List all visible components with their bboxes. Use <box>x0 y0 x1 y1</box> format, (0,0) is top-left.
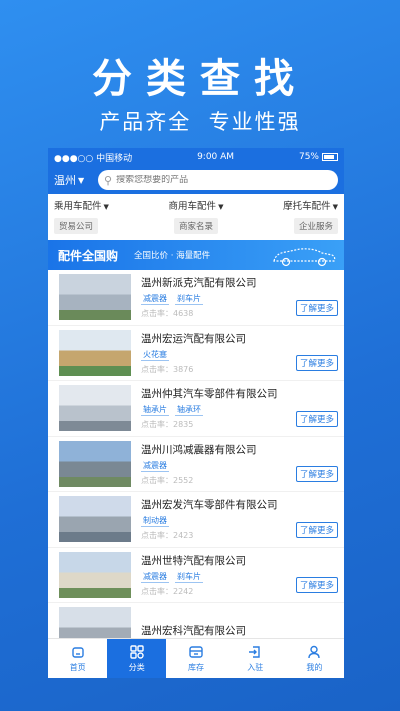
bottom-tab-bar: 首页 分类 库存 入驻 我的 <box>48 638 344 678</box>
tab-label: 库存 <box>188 663 204 672</box>
company-photo <box>59 551 131 598</box>
inventory-icon <box>189 646 203 658</box>
company-list-item[interactable]: 温州世特汽配有限公司 减震器 刹车片 点击率：2242 了解更多 <box>48 548 344 603</box>
battery-indicator: 75% <box>299 152 338 162</box>
company-name[interactable]: 温州新派克汽配有限公司 <box>141 275 338 290</box>
home-icon <box>71 647 84 658</box>
learn-more-button[interactable]: 了解更多 <box>295 577 338 593</box>
category-motorcycle[interactable]: 摩托车配件 ▼ <box>283 198 338 212</box>
company-photo <box>59 496 131 543</box>
company-list-item[interactable]: 温州仲其汽车零部件有限公司 轴承片 轴承环 点击率：2835 了解更多 <box>48 381 344 437</box>
hero-subtitle: 产品齐全 专业性强 <box>99 110 301 134</box>
company-name[interactable]: 温州宏运汽配有限公司 <box>141 331 338 346</box>
tab-enter[interactable]: 入驻 <box>226 639 285 678</box>
tab-category[interactable]: 分类 <box>107 639 167 678</box>
company-photo <box>59 440 131 487</box>
part-tag[interactable]: 火花塞 <box>141 349 169 361</box>
learn-more-button[interactable]: 了解更多 <box>295 410 338 427</box>
part-tag[interactable]: 减震器 <box>141 293 169 306</box>
banner-subtitle: 全国比价 · 海量配件 <box>134 251 211 261</box>
tab-label: 分类 <box>128 663 145 672</box>
banner-title: 配件全国购 <box>58 248 119 263</box>
company-name[interactable]: 温州宏发汽车零部件有限公司 <box>141 497 338 512</box>
phone-screen: ●●●○○ 中国移动 9:00 AM 75% 温州 ▼ ⚲ 乘用车配件▼ 商用车… <box>48 148 344 678</box>
hero-title: 分类查找 <box>92 56 308 102</box>
battery-label: 75% <box>298 152 319 162</box>
tab-label: 入驻 <box>247 663 264 672</box>
tab-label: 首页 <box>69 663 86 672</box>
clock: 9:00 AM <box>197 152 235 162</box>
company-list-item[interactable]: 温州宏运汽配有限公司 火花塞 点击率：3876 了解更多 <box>48 326 344 381</box>
category-label: 乘用车配件 <box>54 201 102 212</box>
company-name[interactable]: 温州川鸿减震器有限公司 <box>141 442 338 457</box>
battery-icon <box>322 152 338 161</box>
learn-more-button[interactable]: 了解更多 <box>295 521 338 538</box>
company-list-item[interactable]: 温州宏发汽车零部件有限公司 制动器 点击率：2423 了解更多 <box>48 492 344 548</box>
learn-more-button[interactable]: 了解更多 <box>295 299 338 316</box>
category-label: 商用车配件 <box>168 201 217 212</box>
tag-filters: 贸易公司 商家名录 企业服务 <box>48 216 344 236</box>
city-label: 温州 <box>54 174 76 187</box>
part-tag[interactable]: 减震器 <box>141 571 169 583</box>
company-list-item[interactable]: 温州川鸿减震器有限公司 减震器 点击率：2552 了解更多 <box>48 437 344 492</box>
search-field[interactable]: ⚲ <box>98 170 338 190</box>
category-passenger[interactable]: 乘用车配件 ▼ <box>54 198 109 212</box>
part-tag[interactable]: 轴承环 <box>175 404 203 417</box>
search-input[interactable] <box>116 175 332 185</box>
company-photo <box>59 329 131 376</box>
tag-enterprise-service[interactable]: 企业服务 <box>293 218 338 234</box>
category-filters: 乘用车配件 ▼ 商用车配件 ▼ 摩托车配件 ▼ <box>48 194 344 216</box>
tab-label: 我的 <box>306 663 323 672</box>
company-photo <box>59 385 131 432</box>
promo-banner[interactable]: 配件全国购 全国比价 · 海量配件 <box>48 240 344 270</box>
chevron-down-icon: ▼ <box>218 203 224 211</box>
part-tag[interactable]: 制动器 <box>141 515 169 528</box>
city-selector[interactable]: 温州 ▼ <box>54 172 98 188</box>
company-list: 温州新派克汽配有限公司 减震器 刹车片 点击率：4638 了解更多 温州宏运汽配有… <box>48 270 344 659</box>
part-tag[interactable]: 减震器 <box>141 460 169 472</box>
part-tag[interactable]: 刹车片 <box>175 293 203 306</box>
enter-icon <box>249 646 260 658</box>
tag-merchant-directory[interactable]: 商家名录 <box>173 218 218 234</box>
search-icon: ⚲ <box>104 173 113 187</box>
tab-user[interactable]: 我的 <box>285 639 344 678</box>
chevron-down-icon: ▼ <box>78 175 85 185</box>
company-list-item[interactable]: 温州新派克汽配有限公司 减震器 刹车片 点击率：4638 了解更多 <box>48 270 344 326</box>
company-name[interactable]: 温州宏科汽配有限公司 <box>141 623 338 638</box>
learn-more-button[interactable]: 了解更多 <box>295 355 338 371</box>
tab-home[interactable]: 首页 <box>48 639 107 678</box>
chevron-down-icon: ▼ <box>103 203 109 211</box>
car-icon <box>273 248 336 267</box>
category-label: 摩托车配件 <box>283 201 331 212</box>
tag-trade-company[interactable]: 贸易公司 <box>54 218 99 234</box>
company-name[interactable]: 温州仲其汽车零部件有限公司 <box>141 386 338 401</box>
company-name[interactable]: 温州世特汽配有限公司 <box>141 553 338 568</box>
category-commercial[interactable]: 商用车配件 ▼ <box>169 198 224 212</box>
search-bar: 温州 ▼ ⚲ <box>48 166 344 194</box>
status-bar: ●●●○○ 中国移动 9:00 AM 75% <box>48 148 344 166</box>
company-photo <box>59 274 131 321</box>
chevron-down-icon: ▼ <box>332 203 338 211</box>
part-tag[interactable]: 刹车片 <box>175 571 203 583</box>
category-icon <box>130 645 144 659</box>
part-tag[interactable]: 轴承片 <box>141 404 169 417</box>
carrier-label: ●●●○○ 中国移动 <box>54 153 133 164</box>
learn-more-button[interactable]: 了解更多 <box>295 466 338 482</box>
user-icon <box>308 645 321 659</box>
tab-inventory[interactable]: 库存 <box>166 639 225 678</box>
